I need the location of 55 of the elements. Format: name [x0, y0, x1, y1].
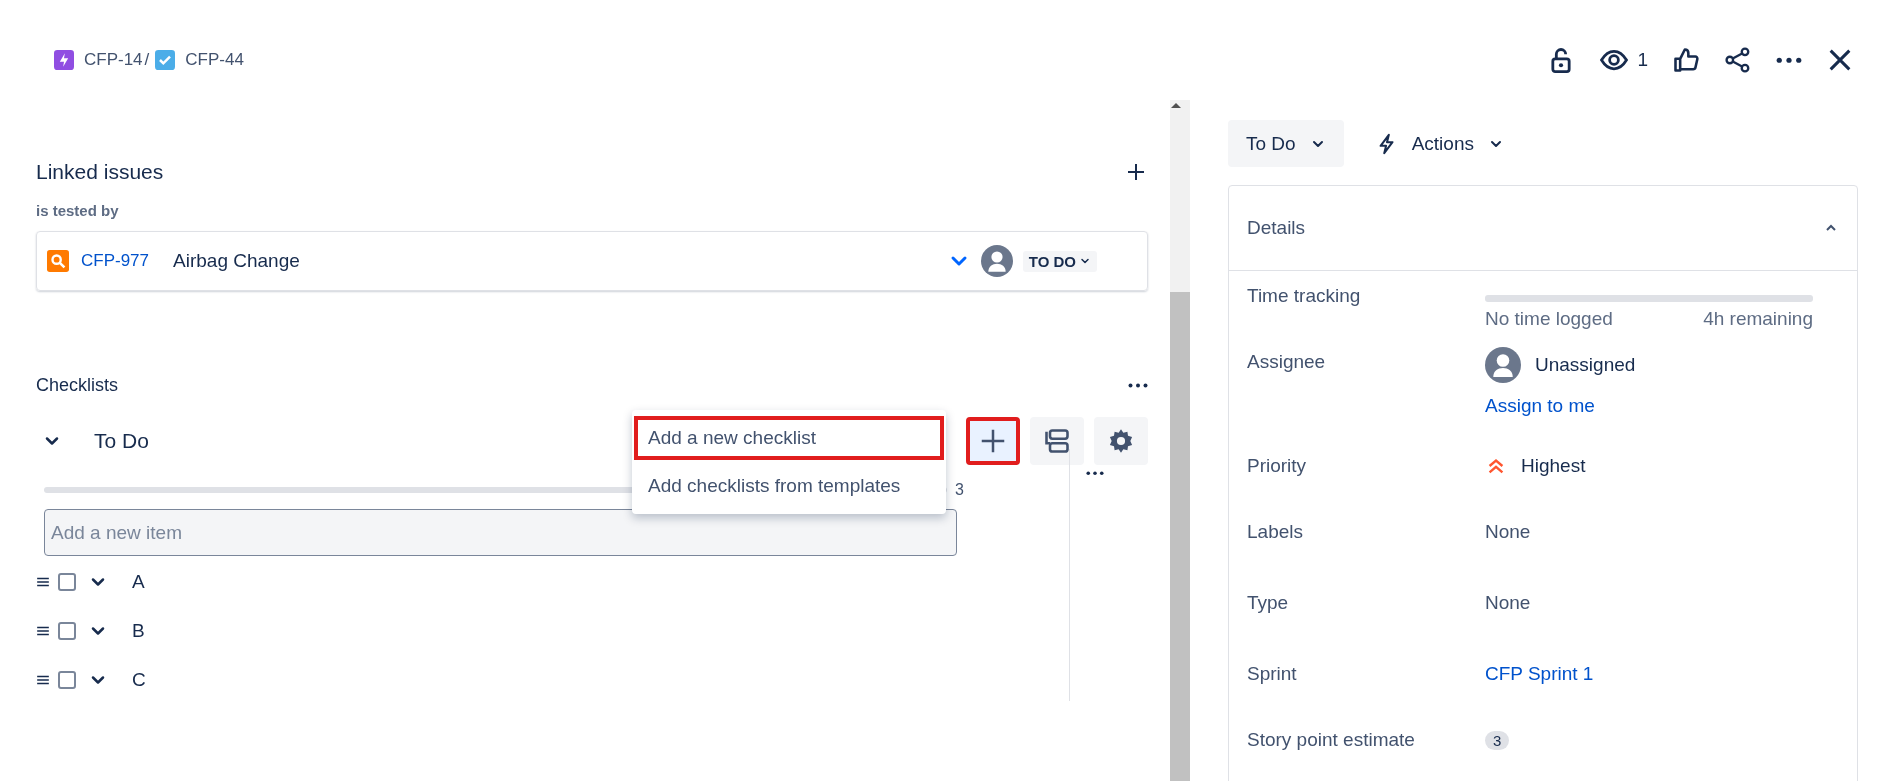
more-icon [1776, 56, 1802, 64]
checkbox[interactable] [58, 572, 76, 591]
assign-to-me-link[interactable]: Assign to me [1485, 395, 1595, 417]
new-item-field[interactable]: Add a new item [44, 509, 957, 556]
stacked-boxes-icon [1043, 427, 1071, 455]
status-button[interactable]: To Do [1228, 120, 1344, 167]
checkbox-icon [155, 50, 176, 70]
menu-item[interactable]: Add a new checklist [632, 414, 946, 462]
scrollbar[interactable] [1170, 100, 1190, 781]
item-text: A [132, 570, 145, 593]
watch-count: 1 [1637, 49, 1648, 71]
breadcrumb-separator: / [144, 50, 150, 70]
avatar-icon [980, 245, 1013, 277]
assignee-name: Unassigned [1535, 354, 1636, 376]
item-text: B [132, 619, 145, 642]
search-icon [47, 250, 69, 272]
field-label: Labels [1247, 521, 1303, 542]
field-value: None [1485, 521, 1531, 542]
time-logged: No time logged [1485, 308, 1613, 330]
issue-key-link[interactable]: CFP-977 [81, 251, 150, 271]
panel-title: Details [1247, 217, 1306, 239]
time-remaining: 4h remaining [1703, 308, 1813, 330]
issue-summary: Airbag Change [173, 250, 300, 272]
checkbox[interactable] [58, 621, 76, 640]
story-points-badge: 3 [1485, 731, 1510, 750]
progress-count: 3 [955, 481, 964, 499]
linked-issue-card[interactable]: CFP-977 Airbag Change TO DO [36, 231, 1148, 291]
field-value: None [1485, 592, 1531, 613]
gear-icon [1107, 427, 1135, 455]
lightning-icon [54, 50, 74, 70]
section-title: Checklists [36, 375, 119, 396]
field-label: Time tracking [1247, 285, 1361, 306]
checkbox[interactable] [58, 670, 76, 689]
status-lozenge[interactable]: TO DO [1022, 250, 1097, 272]
more-icon [1128, 383, 1148, 388]
field-label: Sprint [1247, 663, 1297, 684]
breadcrumb-link[interactable]: CFP-44 [185, 50, 244, 70]
checklist-title: To Do [94, 429, 149, 453]
add-checklist-button[interactable] [966, 417, 1020, 465]
section-title: Linked issues [36, 160, 164, 184]
field-label: Assignee [1247, 351, 1326, 372]
field-label: Priority [1247, 455, 1307, 476]
settings-button[interactable] [1094, 417, 1148, 465]
sprint-link[interactable]: CFP Sprint 1 [1485, 663, 1594, 685]
breadcrumb-link[interactable]: CFP-14 [84, 50, 143, 70]
more-icon [1086, 471, 1104, 476]
layout-button[interactable] [1030, 417, 1084, 465]
avatar-icon [1485, 347, 1521, 383]
relation-label: is tested by [36, 202, 120, 219]
field-label: Story point estimate [1247, 729, 1415, 750]
item-text: C [132, 668, 146, 691]
priority-value: Highest [1521, 455, 1586, 477]
field-label: Type [1247, 592, 1289, 613]
menu-item[interactable]: Add checklists from templates [632, 462, 946, 510]
actions-button[interactable]: Actions [1357, 120, 1522, 167]
